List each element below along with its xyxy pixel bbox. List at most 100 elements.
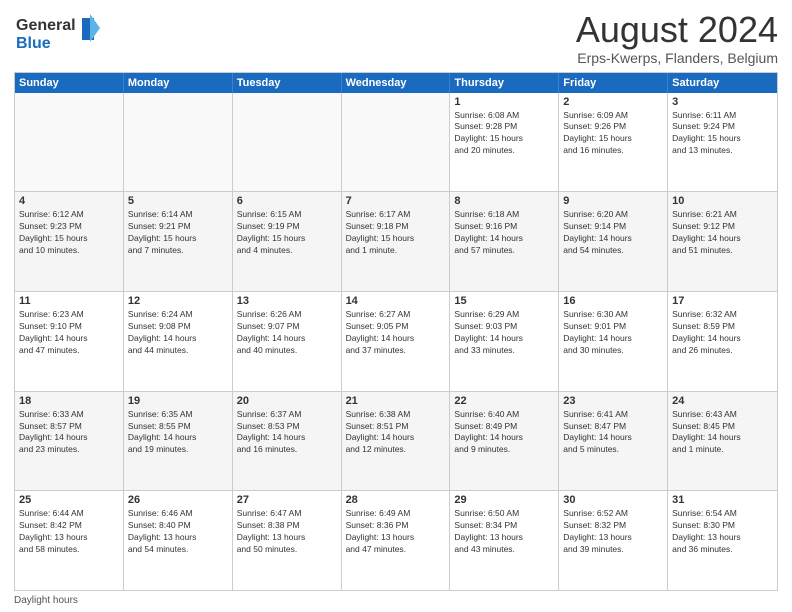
calendar-cell: 19 Sunrise: 6:35 AM Sunset: 8:55 PM Dayli… [124,392,233,491]
day-info: Sunrise: 6:35 AM Sunset: 8:55 PM Dayligh… [128,409,228,457]
calendar-header-cell: Friday [559,73,668,93]
day-info: Sunrise: 6:52 AM Sunset: 8:32 PM Dayligh… [563,508,663,556]
title-area: August 2024 Erps-Kwerps, Flanders, Belgi… [576,10,778,66]
day-number: 2 [563,96,663,108]
footer: Daylight hours [14,595,778,606]
day-number: 26 [128,494,228,506]
calendar-row: 18 Sunrise: 6:33 AM Sunset: 8:57 PM Dayli… [15,391,777,491]
calendar-cell: 8 Sunrise: 6:18 AM Sunset: 9:16 PM Daylig… [450,192,559,291]
day-number: 23 [563,395,663,407]
day-info: Sunrise: 6:41 AM Sunset: 8:47 PM Dayligh… [563,409,663,457]
calendar-cell: 22 Sunrise: 6:40 AM Sunset: 8:49 PM Dayli… [450,392,559,491]
day-number: 29 [454,494,554,506]
calendar-cell: 10Sunrise: 6:21 AM Sunset: 9:12 PM Dayli… [668,192,777,291]
day-info: Sunrise: 6:54 AM Sunset: 8:30 PM Dayligh… [672,508,773,556]
calendar-header: SundayMondayTuesdayWednesdayThursdayFrid… [15,73,777,93]
day-number: 7 [346,195,446,207]
day-info: Sunrise: 6:40 AM Sunset: 8:49 PM Dayligh… [454,409,554,457]
day-info: Sunrise: 6:46 AM Sunset: 8:40 PM Dayligh… [128,508,228,556]
day-number: 9 [563,195,663,207]
logo-area: General Blue [14,10,104,55]
main-title: August 2024 [576,10,778,50]
day-number: 12 [128,295,228,307]
calendar-cell: 14 Sunrise: 6:27 AM Sunset: 9:05 PM Dayli… [342,292,451,391]
day-info: Sunrise: 6:20 AM Sunset: 9:14 PM Dayligh… [563,209,663,257]
calendar-header-cell: Sunday [15,73,124,93]
day-info: Sunrise: 6:27 AM Sunset: 9:05 PM Dayligh… [346,309,446,357]
day-info: Sunrise: 6:29 AM Sunset: 9:03 PM Dayligh… [454,309,554,357]
day-number: 14 [346,295,446,307]
calendar-cell: 3Sunrise: 6:11 AM Sunset: 9:24 PM Daylig… [668,93,777,192]
day-info: Sunrise: 6:24 AM Sunset: 9:08 PM Dayligh… [128,309,228,357]
day-number: 24 [672,395,773,407]
day-info: Sunrise: 6:18 AM Sunset: 9:16 PM Dayligh… [454,209,554,257]
calendar-cell: 13 Sunrise: 6:26 AM Sunset: 9:07 PM Dayli… [233,292,342,391]
calendar-cell [233,93,342,192]
day-info: Sunrise: 6:17 AM Sunset: 9:18 PM Dayligh… [346,209,446,257]
page: General Blue August 2024 Erps-Kwerps, Fl… [0,0,792,612]
day-info: Sunrise: 6:11 AM Sunset: 9:24 PM Dayligh… [672,110,773,158]
calendar-cell: 1 Sunrise: 6:08 AM Sunset: 9:28 PM Daylig… [450,93,559,192]
svg-text:General: General [16,17,76,34]
day-info: Sunrise: 6:30 AM Sunset: 9:01 PM Dayligh… [563,309,663,357]
calendar-cell: 11Sunrise: 6:23 AM Sunset: 9:10 PM Dayli… [15,292,124,391]
day-info: Sunrise: 6:50 AM Sunset: 8:34 PM Dayligh… [454,508,554,556]
calendar-cell: 30Sunrise: 6:52 AM Sunset: 8:32 PM Dayli… [559,491,668,590]
day-number: 11 [19,295,119,307]
calendar-header-cell: Tuesday [233,73,342,93]
day-number: 21 [346,395,446,407]
day-info: Sunrise: 6:08 AM Sunset: 9:28 PM Dayligh… [454,110,554,158]
day-number: 4 [19,195,119,207]
calendar-header-cell: Saturday [668,73,777,93]
calendar-row: 4 Sunrise: 6:12 AM Sunset: 9:23 PM Daylig… [15,191,777,291]
calendar-cell: 5Sunrise: 6:14 AM Sunset: 9:21 PM Daylig… [124,192,233,291]
day-number: 18 [19,395,119,407]
subtitle: Erps-Kwerps, Flanders, Belgium [576,50,778,66]
calendar-header-cell: Monday [124,73,233,93]
header: General Blue August 2024 Erps-Kwerps, Fl… [14,10,778,66]
day-number: 8 [454,195,554,207]
day-number: 13 [237,295,337,307]
calendar-cell [124,93,233,192]
calendar-cell: 12 Sunrise: 6:24 AM Sunset: 9:08 PM Dayli… [124,292,233,391]
calendar-cell [15,93,124,192]
calendar-cell: 23 Sunrise: 6:41 AM Sunset: 8:47 PM Dayli… [559,392,668,491]
calendar-cell: 28Sunrise: 6:49 AM Sunset: 8:36 PM Dayli… [342,491,451,590]
calendar-cell: 4 Sunrise: 6:12 AM Sunset: 9:23 PM Daylig… [15,192,124,291]
day-info: Sunrise: 6:44 AM Sunset: 8:42 PM Dayligh… [19,508,119,556]
day-number: 20 [237,395,337,407]
calendar-cell: 18 Sunrise: 6:33 AM Sunset: 8:57 PM Dayli… [15,392,124,491]
calendar-cell: 9 Sunrise: 6:20 AM Sunset: 9:14 PM Daylig… [559,192,668,291]
day-info: Sunrise: 6:26 AM Sunset: 9:07 PM Dayligh… [237,309,337,357]
svg-text:Blue: Blue [16,35,51,52]
calendar-cell: 27 Sunrise: 6:47 AM Sunset: 8:38 PM Dayli… [233,491,342,590]
day-info: Sunrise: 6:33 AM Sunset: 8:57 PM Dayligh… [19,409,119,457]
day-info: Sunrise: 6:47 AM Sunset: 8:38 PM Dayligh… [237,508,337,556]
day-number: 31 [672,494,773,506]
day-info: Sunrise: 6:21 AM Sunset: 9:12 PM Dayligh… [672,209,773,257]
calendar: SundayMondayTuesdayWednesdayThursdayFrid… [14,72,778,591]
day-number: 17 [672,295,773,307]
calendar-row: 1 Sunrise: 6:08 AM Sunset: 9:28 PM Daylig… [15,93,777,192]
calendar-cell: 21 Sunrise: 6:38 AM Sunset: 8:51 PM Dayli… [342,392,451,491]
day-info: Sunrise: 6:43 AM Sunset: 8:45 PM Dayligh… [672,409,773,457]
calendar-header-cell: Thursday [450,73,559,93]
calendar-cell: 2 Sunrise: 6:09 AM Sunset: 9:26 PM Daylig… [559,93,668,192]
day-number: 1 [454,96,554,108]
calendar-cell: 25Sunrise: 6:44 AM Sunset: 8:42 PM Dayli… [15,491,124,590]
day-number: 28 [346,494,446,506]
day-info: Sunrise: 6:38 AM Sunset: 8:51 PM Dayligh… [346,409,446,457]
calendar-cell: 6Sunrise: 6:15 AM Sunset: 9:19 PM Daylig… [233,192,342,291]
day-number: 27 [237,494,337,506]
calendar-cell: 24 Sunrise: 6:43 AM Sunset: 8:45 PM Dayli… [668,392,777,491]
calendar-row: 25Sunrise: 6:44 AM Sunset: 8:42 PM Dayli… [15,490,777,590]
logo: General Blue [14,10,104,55]
day-number: 22 [454,395,554,407]
logo-svg: General Blue [14,10,104,55]
day-info: Sunrise: 6:09 AM Sunset: 9:26 PM Dayligh… [563,110,663,158]
day-info: Sunrise: 6:12 AM Sunset: 9:23 PM Dayligh… [19,209,119,257]
day-number: 19 [128,395,228,407]
day-info: Sunrise: 6:14 AM Sunset: 9:21 PM Dayligh… [128,209,228,257]
calendar-body: 1 Sunrise: 6:08 AM Sunset: 9:28 PM Daylig… [15,93,777,590]
calendar-cell: 20Sunrise: 6:37 AM Sunset: 8:53 PM Dayli… [233,392,342,491]
